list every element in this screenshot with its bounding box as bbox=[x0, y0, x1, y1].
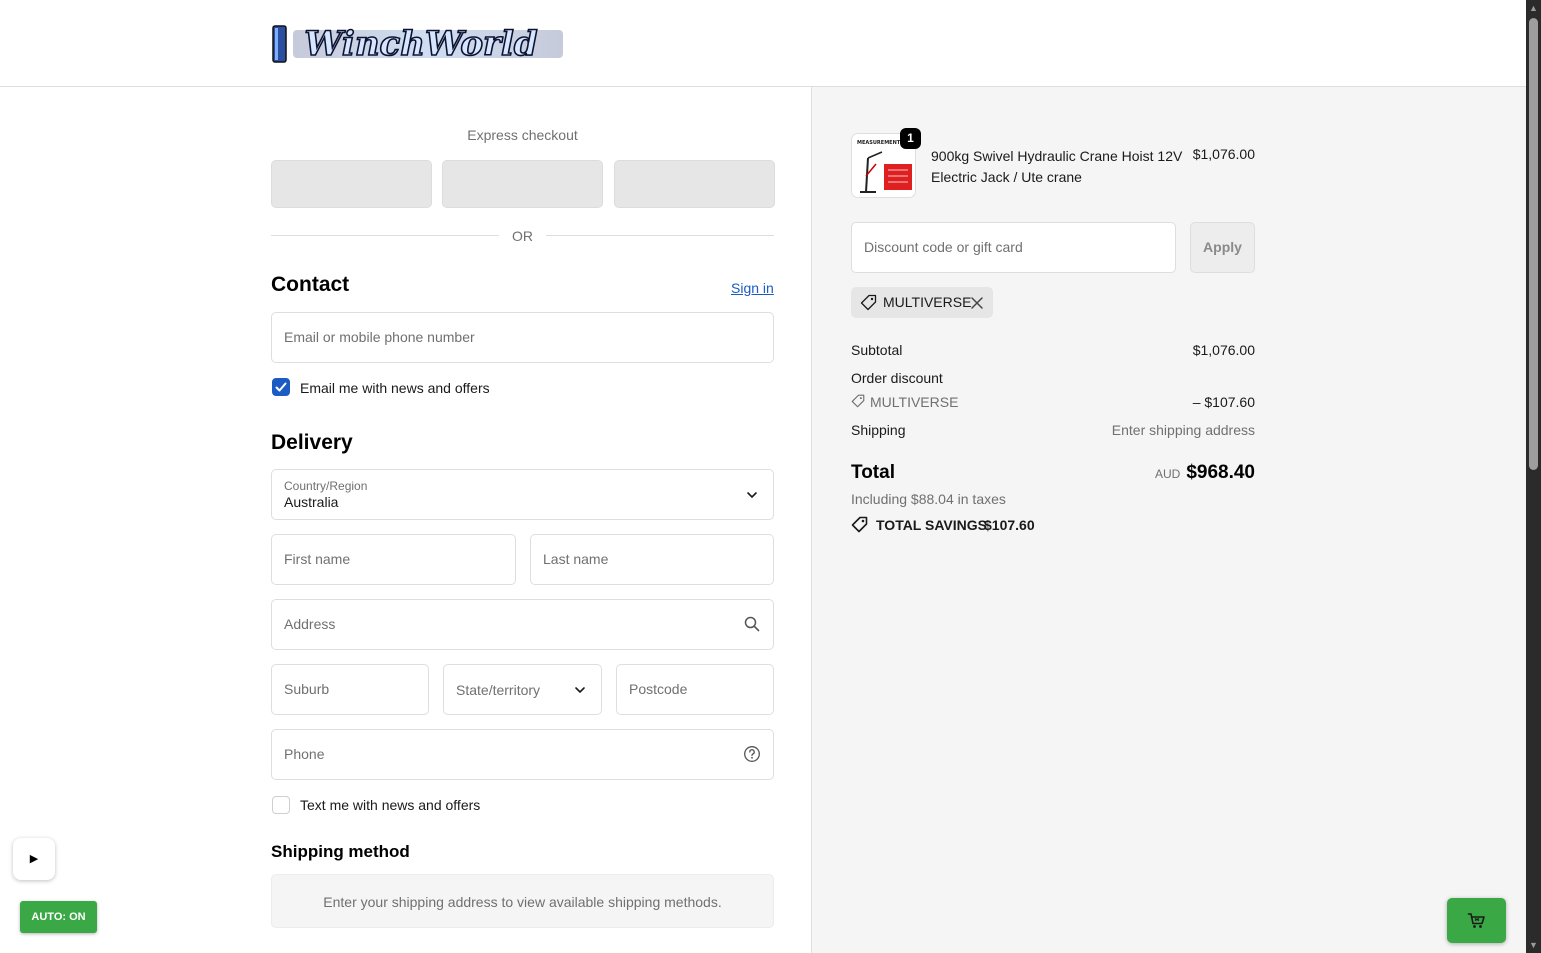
last-name-field[interactable]: Last name bbox=[530, 534, 774, 585]
winch-world-logo: WinchWorld bbox=[272, 23, 563, 65]
discount-code-field[interactable]: Discount code or gift card bbox=[851, 222, 1176, 273]
email-field[interactable]: Email or mobile phone number bbox=[271, 312, 774, 363]
or-label: OR bbox=[512, 228, 533, 244]
discount-code-name: MULTIVERSE bbox=[870, 394, 959, 410]
product-name-line-1: 900kg Swivel Hydraulic Crane Hoist 12V bbox=[931, 148, 1183, 164]
search-icon bbox=[744, 616, 760, 632]
currency-code: AUD bbox=[1155, 467, 1181, 481]
country-value: Australia bbox=[284, 494, 339, 510]
apply-discount-button[interactable]: Apply bbox=[1190, 222, 1255, 273]
product-name: 900kg Swivel Hydraulic Crane Hoist 12V E… bbox=[931, 146, 1191, 188]
shipping-method-notice: Enter your shipping address to view avai… bbox=[271, 874, 774, 928]
delivery-heading: Delivery bbox=[271, 431, 353, 454]
applied-discount-chip: MULTIVERSE bbox=[851, 287, 993, 318]
page-scrollbar[interactable]: ▲ ▼ bbox=[1526, 0, 1541, 953]
contact-heading: Contact bbox=[271, 273, 350, 296]
country-label: Country/Region bbox=[284, 479, 368, 493]
address-placeholder: Address bbox=[284, 616, 336, 632]
country-select[interactable]: Country/Region Australia bbox=[271, 469, 774, 520]
phone-field[interactable]: Phone bbox=[271, 729, 774, 780]
total-value: $968.40 bbox=[1186, 462, 1255, 483]
express-pay-button-2[interactable] bbox=[442, 160, 603, 208]
or-divider: OR bbox=[271, 228, 774, 244]
tag-icon bbox=[860, 294, 877, 311]
applied-code-label: MULTIVERSE bbox=[883, 294, 972, 310]
first-name-placeholder: First name bbox=[284, 551, 351, 567]
help-icon[interactable] bbox=[743, 745, 761, 763]
logo-text: WinchWorld bbox=[304, 24, 538, 64]
scroll-up-arrow-icon[interactable]: ▲ bbox=[1529, 3, 1538, 13]
order-discount-label: Order discount bbox=[851, 370, 943, 386]
product-name-line-2: Electric Jack / Ute crane bbox=[931, 169, 1082, 185]
play-button[interactable]: ▶ bbox=[13, 838, 55, 880]
quantity-badge: 1 bbox=[900, 128, 921, 149]
phone-placeholder: Phone bbox=[284, 746, 325, 762]
scroll-down-arrow-icon[interactable]: ▼ bbox=[1529, 940, 1538, 950]
store-logo[interactable]: WinchWorld bbox=[271, 22, 571, 66]
taxes-note: Including $88.04 in taxes bbox=[851, 491, 1006, 507]
chevron-down-icon bbox=[575, 687, 585, 694]
shipping-label: Shipping bbox=[851, 422, 906, 438]
total-label: Total bbox=[851, 462, 895, 483]
checkmark-icon bbox=[275, 382, 287, 392]
total-savings-label: TOTAL SAVINGS bbox=[876, 517, 987, 533]
email-news-label: Email me with news and offers bbox=[300, 380, 490, 396]
email-placeholder: Email or mobile phone number bbox=[284, 329, 475, 345]
discount-placeholder: Discount code or gift card bbox=[864, 239, 1023, 255]
tag-icon bbox=[851, 394, 865, 408]
chevron-down-icon bbox=[747, 492, 757, 499]
suburb-field[interactable]: Suburb bbox=[271, 664, 429, 715]
subtotal-value: $1,076.00 bbox=[1192, 342, 1255, 358]
discount-value: – $107.60 bbox=[1192, 394, 1255, 410]
express-pay-button-3[interactable] bbox=[614, 160, 775, 208]
suburb-placeholder: Suburb bbox=[284, 681, 330, 697]
subtotal-label: Subtotal bbox=[851, 342, 903, 358]
address-field[interactable]: Address bbox=[271, 599, 774, 650]
savings-tag-icon bbox=[851, 516, 868, 533]
express-pay-button-1[interactable] bbox=[271, 160, 432, 208]
auto-toggle-button[interactable]: AUTO: ON bbox=[20, 901, 97, 933]
site-header: WinchWorld bbox=[0, 0, 1526, 87]
product-price: $1,076.00 bbox=[1192, 146, 1255, 162]
postcode-field[interactable]: Postcode bbox=[616, 664, 774, 715]
scrollbar-thumb[interactable] bbox=[1529, 18, 1538, 470]
sign-in-link[interactable]: Sign in bbox=[731, 280, 774, 296]
state-placeholder: State/territory bbox=[456, 682, 541, 698]
checkout-form-column bbox=[0, 87, 812, 953]
first-name-field[interactable]: First name bbox=[271, 534, 516, 585]
express-checkout-title: Express checkout bbox=[467, 127, 578, 143]
postcode-placeholder: Postcode bbox=[629, 681, 688, 697]
divider-line-right bbox=[546, 235, 774, 236]
total-savings-value: $107.60 bbox=[984, 517, 1035, 533]
sms-news-checkbox[interactable] bbox=[272, 796, 290, 814]
last-name-placeholder: Last name bbox=[543, 551, 609, 567]
play-icon: ▶ bbox=[29, 853, 39, 865]
close-icon[interactable] bbox=[970, 296, 984, 310]
email-news-checkbox[interactable] bbox=[272, 378, 290, 396]
shipping-method-heading: Shipping method bbox=[271, 842, 410, 861]
shopping-cart-icon bbox=[1467, 913, 1485, 928]
state-select[interactable]: State/territory bbox=[443, 664, 602, 715]
product-image-caption: MEASUREMENT bbox=[857, 140, 901, 146]
cart-button[interactable] bbox=[1447, 898, 1506, 943]
sms-news-label: Text me with news and offers bbox=[300, 797, 481, 813]
shipping-value: Enter shipping address bbox=[1111, 422, 1255, 438]
